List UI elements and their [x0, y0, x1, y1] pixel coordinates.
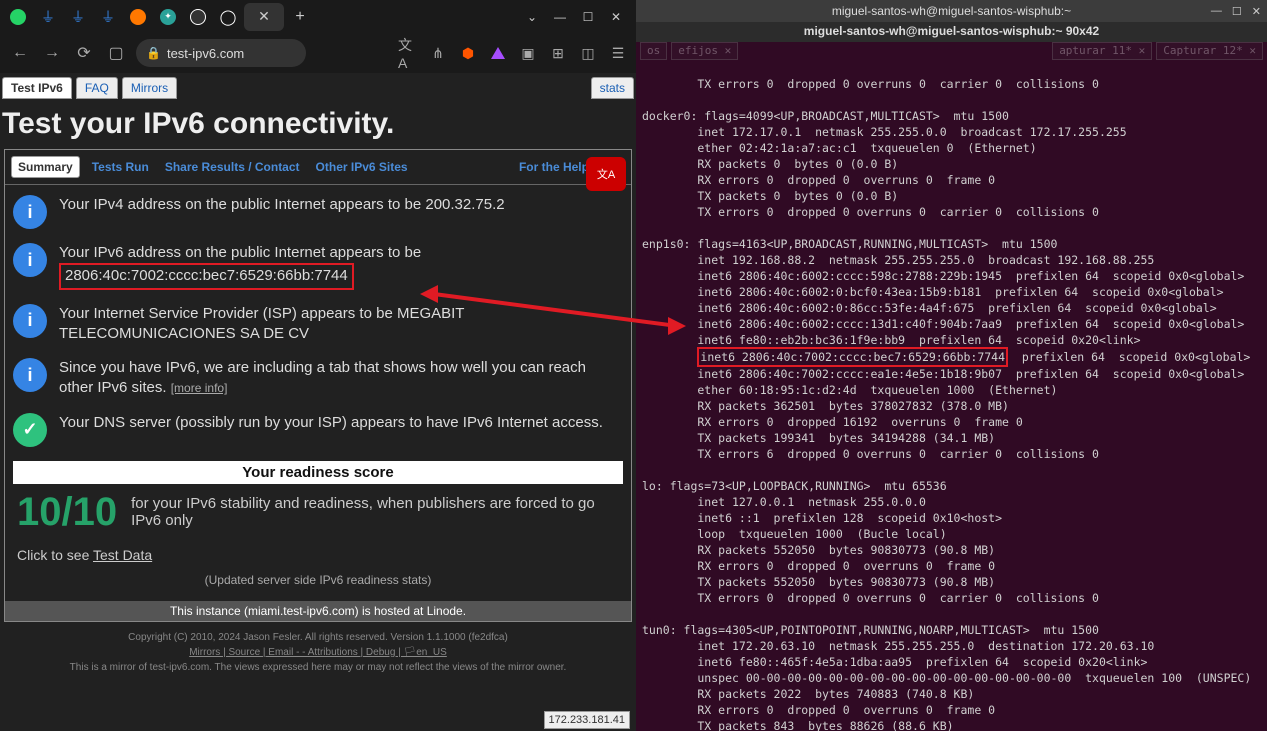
term-close[interactable]: ✕: [1252, 5, 1261, 18]
test-data-line: Click to see Test Data: [13, 541, 623, 569]
terminal-output-top: TX errors 0 dropped 0 overruns 0 carrier…: [642, 77, 1244, 347]
share-icon[interactable]: ⋔: [428, 43, 448, 63]
check-icon: ✓: [13, 413, 47, 447]
top-tab-test[interactable]: Test IPv6: [2, 77, 72, 99]
footer-links[interactable]: Mirrors | Source | Email - - Attribution…: [189, 647, 447, 658]
browser-window: ⏚ ⏚ ⏚ ✦ ◯ ✕ + ⌄ — ☐ ✕ ← → ⟳ ▢ 🔒 test-ipv…: [0, 0, 636, 731]
top-tab-mirrors[interactable]: Mirrors: [122, 77, 177, 99]
ipv6-result: Your IPv6 address on the public Internet…: [59, 243, 421, 290]
page-title: Test your IPv6 connectivity.: [2, 107, 634, 141]
browser-toolbar: ← → ⟳ ▢ 🔒 test-ipv6.com 文A ⋔ ⬢ ▣ ⊞ ◫ ☰: [0, 33, 636, 73]
terminal-subtitle: miguel-santos-wh@miguel-santos-wisphub:~…: [636, 22, 1267, 42]
tab-wifi-3[interactable]: ⏚: [94, 5, 122, 29]
readiness-desc: for your IPv6 stability and readiness, w…: [131, 495, 619, 529]
terminal-window: miguel-santos-wh@miguel-santos-wisphub:~…: [636, 0, 1267, 731]
extension-icon[interactable]: ⊞: [548, 43, 568, 63]
ipv4-result: Your IPv4 address on the public Internet…: [59, 195, 505, 215]
sub-tab-tests[interactable]: Tests Run: [88, 158, 153, 176]
tab-active[interactable]: ✕: [244, 3, 284, 31]
tab-whatsapp[interactable]: [4, 5, 32, 29]
new-tab-button[interactable]: +: [286, 5, 314, 29]
info-icon: i: [13, 195, 47, 229]
term-minimize[interactable]: —: [1211, 5, 1222, 18]
browser-titlebar: ⏚ ⏚ ⏚ ✦ ◯ ✕ + ⌄ — ☐ ✕: [0, 0, 636, 33]
sidebar-icon[interactable]: ◫: [578, 43, 598, 63]
info-icon: i: [13, 304, 47, 338]
terminal-titlebar: miguel-santos-wh@miguel-santos-wisphub:~…: [636, 0, 1267, 22]
tab-teal[interactable]: ✦: [154, 5, 182, 29]
tab-bw[interactable]: [184, 5, 212, 29]
term-maximize[interactable]: ☐: [1232, 5, 1242, 18]
lock-icon: 🔒: [146, 46, 161, 60]
window-close[interactable]: ✕: [608, 9, 624, 25]
page-footer: Copyright (C) 2010, 2024 Jason Fesler. A…: [2, 622, 634, 683]
bookmark-icon[interactable]: ▢: [104, 41, 128, 65]
info-icon: i: [13, 243, 47, 277]
info-icon: i: [13, 358, 47, 392]
dns-result: Your DNS server (possibly run by your IS…: [59, 413, 603, 433]
terminal-body[interactable]: os efijos ✕ apturar 11* ✕ Capturar 12* ✕…: [636, 42, 1267, 731]
language-badge[interactable]: 文A: [586, 157, 626, 191]
back-button[interactable]: ←: [8, 41, 32, 65]
tab-wifi-1[interactable]: ⏚: [34, 5, 62, 29]
url-text: test-ipv6.com: [167, 46, 244, 61]
forward-button[interactable]: →: [40, 41, 64, 65]
isp-result: Your Internet Service Provider (ISP) app…: [59, 304, 623, 345]
window-minimize[interactable]: —: [552, 9, 568, 25]
ghost-tabs: os efijos ✕ apturar 11* ✕ Capturar 12* ✕: [636, 42, 1267, 60]
terminal-ipv6-highlight: inet6 2806:40c:7002:cccc:bec7:6529:66bb:…: [697, 347, 1008, 367]
tab-close-icon[interactable]: ✕: [258, 8, 270, 25]
brave-shield-icon[interactable]: ⬢: [458, 43, 478, 63]
sub-tab-other[interactable]: Other IPv6 Sites: [312, 158, 412, 176]
url-bar[interactable]: 🔒 test-ipv6.com: [136, 39, 306, 67]
menu-icon[interactable]: ☰: [608, 43, 628, 63]
tab-github[interactable]: ◯: [214, 5, 242, 29]
terminal-output-bottom: inet6 2806:40c:7002:cccc:ea1e:4e5e:1b18:…: [642, 367, 1251, 731]
readiness-header: Your readiness score: [13, 461, 623, 484]
ipv6-tab-note: Since you have IPv6, we are including a …: [59, 358, 623, 399]
reload-button[interactable]: ⟳: [72, 41, 96, 65]
top-tab-stats[interactable]: stats: [591, 77, 634, 99]
tab-wifi-2[interactable]: ⏚: [64, 5, 92, 29]
updated-note: (Updated server side IPv6 readiness stat…: [13, 569, 623, 591]
sub-tab-summary[interactable]: Summary: [11, 156, 80, 178]
dropdown-icon[interactable]: ⌄: [524, 9, 540, 25]
brave-rewards-icon[interactable]: [488, 43, 508, 63]
sub-tab-share[interactable]: Share Results / Contact: [161, 158, 304, 176]
more-info-link[interactable]: [more info]: [171, 381, 228, 395]
instance-info: This instance (miami.test-ipv6.com) is h…: [5, 601, 631, 621]
top-tab-faq[interactable]: FAQ: [76, 77, 118, 99]
translate-icon[interactable]: 文A: [398, 43, 418, 63]
readiness-score: 10/10: [17, 490, 117, 535]
results-box: Summary Tests Run Share Results / Contac…: [4, 149, 632, 622]
ipv6-highlight: 2806:40c:7002:cccc:bec7:6529:66bb:7744: [59, 263, 354, 289]
test-data-link[interactable]: Test Data: [93, 547, 152, 563]
page-content: Test IPv6 FAQ Mirrors stats Test your IP…: [0, 73, 636, 731]
corner-ip: 172.233.181.41: [544, 711, 630, 729]
tab-orange[interactable]: [124, 5, 152, 29]
wallet-icon[interactable]: ▣: [518, 43, 538, 63]
window-maximize[interactable]: ☐: [580, 9, 596, 25]
